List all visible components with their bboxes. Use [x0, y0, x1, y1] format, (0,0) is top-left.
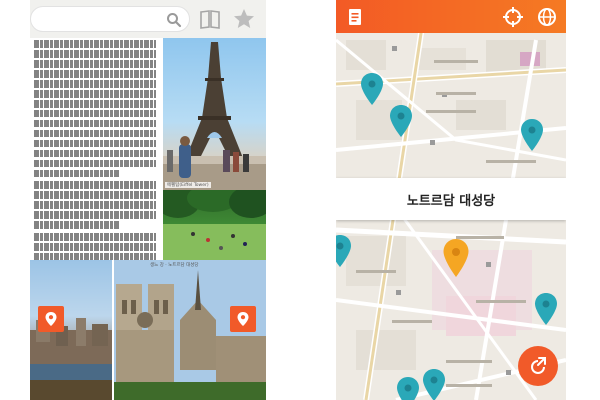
map-screen: 노트르담 대성당	[336, 0, 566, 400]
poi-card[interactable]: 노트르담 대성당	[336, 178, 566, 220]
star-icon[interactable]	[232, 7, 256, 31]
crosshair-icon[interactable]	[502, 6, 524, 28]
map-marker-icon[interactable]	[520, 118, 544, 152]
share-icon	[531, 357, 546, 374]
book-icon[interactable]	[198, 7, 222, 31]
map-marker-icon[interactable]	[389, 104, 413, 138]
selected-map-marker-icon[interactable]	[442, 238, 470, 278]
map-marker-icon[interactable]	[422, 368, 446, 400]
screenshot-stage: 에펠탑(Eiffel Tower) 생느 강 · 노트르담 대성당 노트르담 대…	[0, 0, 600, 400]
document-icon[interactable]	[344, 6, 366, 28]
map-marker-icon[interactable]	[534, 292, 558, 326]
app-toolbar	[336, 0, 566, 33]
globe-icon[interactable]	[536, 6, 558, 28]
park-photo	[163, 190, 266, 260]
map-pin-button[interactable]	[230, 306, 256, 332]
search-input[interactable]	[30, 6, 190, 32]
share-button[interactable]	[518, 346, 558, 386]
search-icon[interactable]	[166, 12, 182, 33]
guidebook-screen: 에펠탑(Eiffel Tower) 생느 강 · 노트르담 대성당	[30, 0, 266, 400]
photo-caption: 에펠탑(Eiffel Tower)	[165, 182, 211, 188]
notre-dame-photo: 생느 강 · 노트르담 대성당	[30, 260, 266, 400]
guidebook-page: 에펠탑(Eiffel Tower) 생느 강 · 노트르담 대성당	[30, 38, 266, 400]
photo-caption: 생느 강 · 노트르담 대성당	[150, 263, 199, 268]
map-marker-icon[interactable]	[360, 72, 384, 106]
map-marker-icon[interactable]	[396, 376, 420, 400]
poi-title: 노트르담 대성당	[406, 193, 496, 209]
map-pin-button[interactable]	[38, 306, 64, 332]
map-marker-icon[interactable]	[336, 234, 352, 268]
eiffel-tower-photo: 에펠탑(Eiffel Tower)	[163, 38, 266, 190]
article-text	[30, 38, 160, 261]
